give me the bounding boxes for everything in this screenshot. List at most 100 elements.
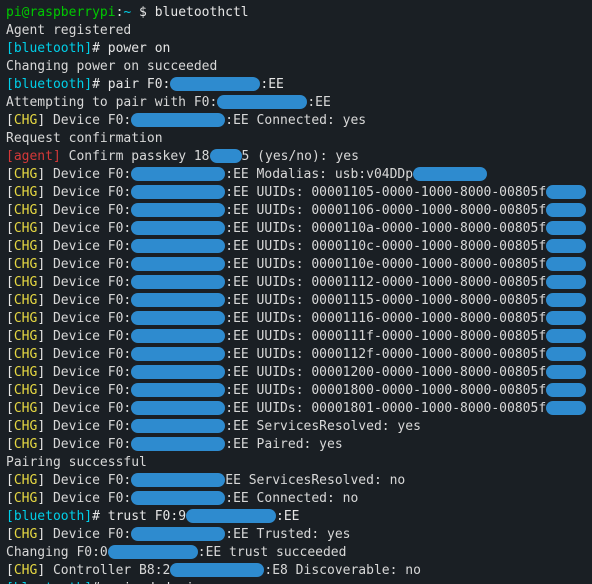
text: :EE Connected: no <box>225 491 358 506</box>
bracket: [ <box>6 203 14 218</box>
bracket: [ <box>6 311 14 326</box>
chg-tag: CHG <box>14 473 37 488</box>
chg-connected-yes: [CHG] Device F0:x:EE Connected: yes <box>6 112 586 130</box>
redacted-mac: x <box>131 491 225 505</box>
redacted-suffix: x <box>546 365 586 379</box>
chg-tag: CHG <box>14 329 37 344</box>
chg-paired-yes: [CHG] Device F0:x:EE Paired: yes <box>6 436 586 454</box>
bracket: [ <box>6 527 14 542</box>
text: :EE UUIDs: <box>225 293 311 308</box>
text: Device F0: <box>53 167 131 182</box>
text: :EE UUIDs: <box>225 311 311 326</box>
pairing-successful: Pairing successful <box>6 454 586 472</box>
text: :EE Trusted: yes <box>225 527 350 542</box>
text: Device F0: <box>53 383 131 398</box>
redacted-mac: x <box>131 167 225 181</box>
chg-tag: CHG <box>14 167 37 182</box>
bracket: [ <box>6 401 14 416</box>
chg-uuid-line: [CHG] Device F0:x:EE UUIDs: 00001106-000… <box>6 202 586 220</box>
text: Device F0: <box>53 329 131 344</box>
text: Device F0: <box>53 473 131 488</box>
text: Changing F0:0 <box>6 545 108 560</box>
redacted-suffix: x <box>546 275 586 289</box>
chg-modalias: [CHG] Device F0:x:EE Modalias: usb:v04DD… <box>6 166 586 184</box>
redacted-mac: x <box>186 509 276 523</box>
bracket: ] <box>37 275 53 290</box>
redacted-mac: x <box>131 527 225 541</box>
text: :EE <box>307 95 330 110</box>
uuid-value: 00001106-0000-1000-8000-00805f <box>311 203 546 218</box>
bracket: [ <box>6 167 14 182</box>
redacted-value: x <box>413 167 487 181</box>
text: EE ServicesResolved: no <box>225 473 405 488</box>
bracket: [ <box>6 383 14 398</box>
redacted-mac: x <box>217 95 307 109</box>
bracket: ] <box>37 401 53 416</box>
chg-tag: CHG <box>14 275 37 290</box>
text: :EE Modalias: usb:v04DDp <box>225 167 413 182</box>
bracket: ] <box>37 473 53 488</box>
redacted-suffix: x <box>546 185 586 199</box>
redacted-mac: x <box>131 401 225 415</box>
chg-tag: CHG <box>14 293 37 308</box>
redacted-suffix: x <box>546 347 586 361</box>
text: :EE UUIDs: <box>225 401 311 416</box>
agent-registered: Agent registered <box>6 22 586 40</box>
cmd-trust: trust F0:9 <box>108 509 186 524</box>
redacted-suffix: x <box>546 293 586 307</box>
text: :EE UUIDs: <box>225 185 311 200</box>
text: Confirm passkey 18 <box>61 149 210 164</box>
bt-prompt: [bluetooth] <box>6 41 92 56</box>
redacted-mac: x <box>131 347 225 361</box>
bracket: ] <box>37 239 53 254</box>
redacted-mac: x <box>131 293 225 307</box>
text: Device F0: <box>53 203 131 218</box>
text: :E8 Discoverable: no <box>264 563 421 578</box>
bt-trust: [bluetooth]# trust F0:9x:EE <box>6 508 586 526</box>
redacted-suffix: x <box>546 383 586 397</box>
text: 5 (yes/no): yes <box>242 149 359 164</box>
text: Device F0: <box>53 185 131 200</box>
text: :EE trust succeeded <box>198 545 347 560</box>
text: :EE UUIDs: <box>225 275 311 290</box>
cmd-power-on: power on <box>108 41 171 56</box>
request-confirmation: Request confirmation <box>6 130 586 148</box>
uuid-value: 00001112-0000-1000-8000-00805f <box>311 275 546 290</box>
chg-tag: CHG <box>14 347 37 362</box>
chg-uuid-line: [CHG] Device F0:x:EE UUIDs: 00001800-000… <box>6 382 586 400</box>
uuid-value: 00001200-0000-1000-8000-00805f <box>311 365 546 380</box>
prompt-userhost: pi@raspberrypi <box>6 5 116 20</box>
redacted-mac: x <box>131 221 225 235</box>
bracket: [ <box>6 491 14 506</box>
chg-tag: CHG <box>14 113 37 128</box>
bracket: [ <box>6 257 14 272</box>
redacted-suffix: x <box>546 311 586 325</box>
changing-power: Changing power on succeeded <box>6 58 586 76</box>
chg-tag: CHG <box>14 185 37 200</box>
redacted-mac: x <box>131 365 225 379</box>
bracket: [ <box>6 221 14 236</box>
chg-uuid-line: [CHG] Device F0:x:EE UUIDs: 00001105-000… <box>6 184 586 202</box>
attempt-pair: Attempting to pair with F0:x:EE <box>6 94 586 112</box>
redacted-mac: x <box>131 383 225 397</box>
chg-tag: CHG <box>14 365 37 380</box>
redacted-mac: x <box>131 329 225 343</box>
chg-tag: CHG <box>14 401 37 416</box>
bracket: ] <box>37 365 53 380</box>
cmd-bluetoothctl: bluetoothctl <box>155 5 249 20</box>
redacted-mac: x <box>131 257 225 271</box>
uuid-value: 0000110e-0000-1000-8000-00805f <box>311 257 546 272</box>
chg-uuid-line: [CHG] Device F0:x:EE UUIDs: 0000111f-000… <box>6 328 586 346</box>
chg-uuid-line: [CHG] Device F0:x:EE UUIDs: 00001115-000… <box>6 292 586 310</box>
text: Device F0: <box>53 293 131 308</box>
redacted-suffix: x <box>546 257 586 271</box>
redacted-mac: x <box>170 563 264 577</box>
text: Device F0: <box>53 365 131 380</box>
text: :EE UUIDs: <box>225 365 311 380</box>
bracket: [ <box>6 329 14 344</box>
chg-tag: CHG <box>14 311 37 326</box>
text: Device F0: <box>53 311 131 326</box>
chg-tag: CHG <box>14 203 37 218</box>
chg-uuid-line: [CHG] Device F0:x:EE UUIDs: 00001801-000… <box>6 400 586 418</box>
uuid-value: 00001116-0000-1000-8000-00805f <box>311 311 546 326</box>
